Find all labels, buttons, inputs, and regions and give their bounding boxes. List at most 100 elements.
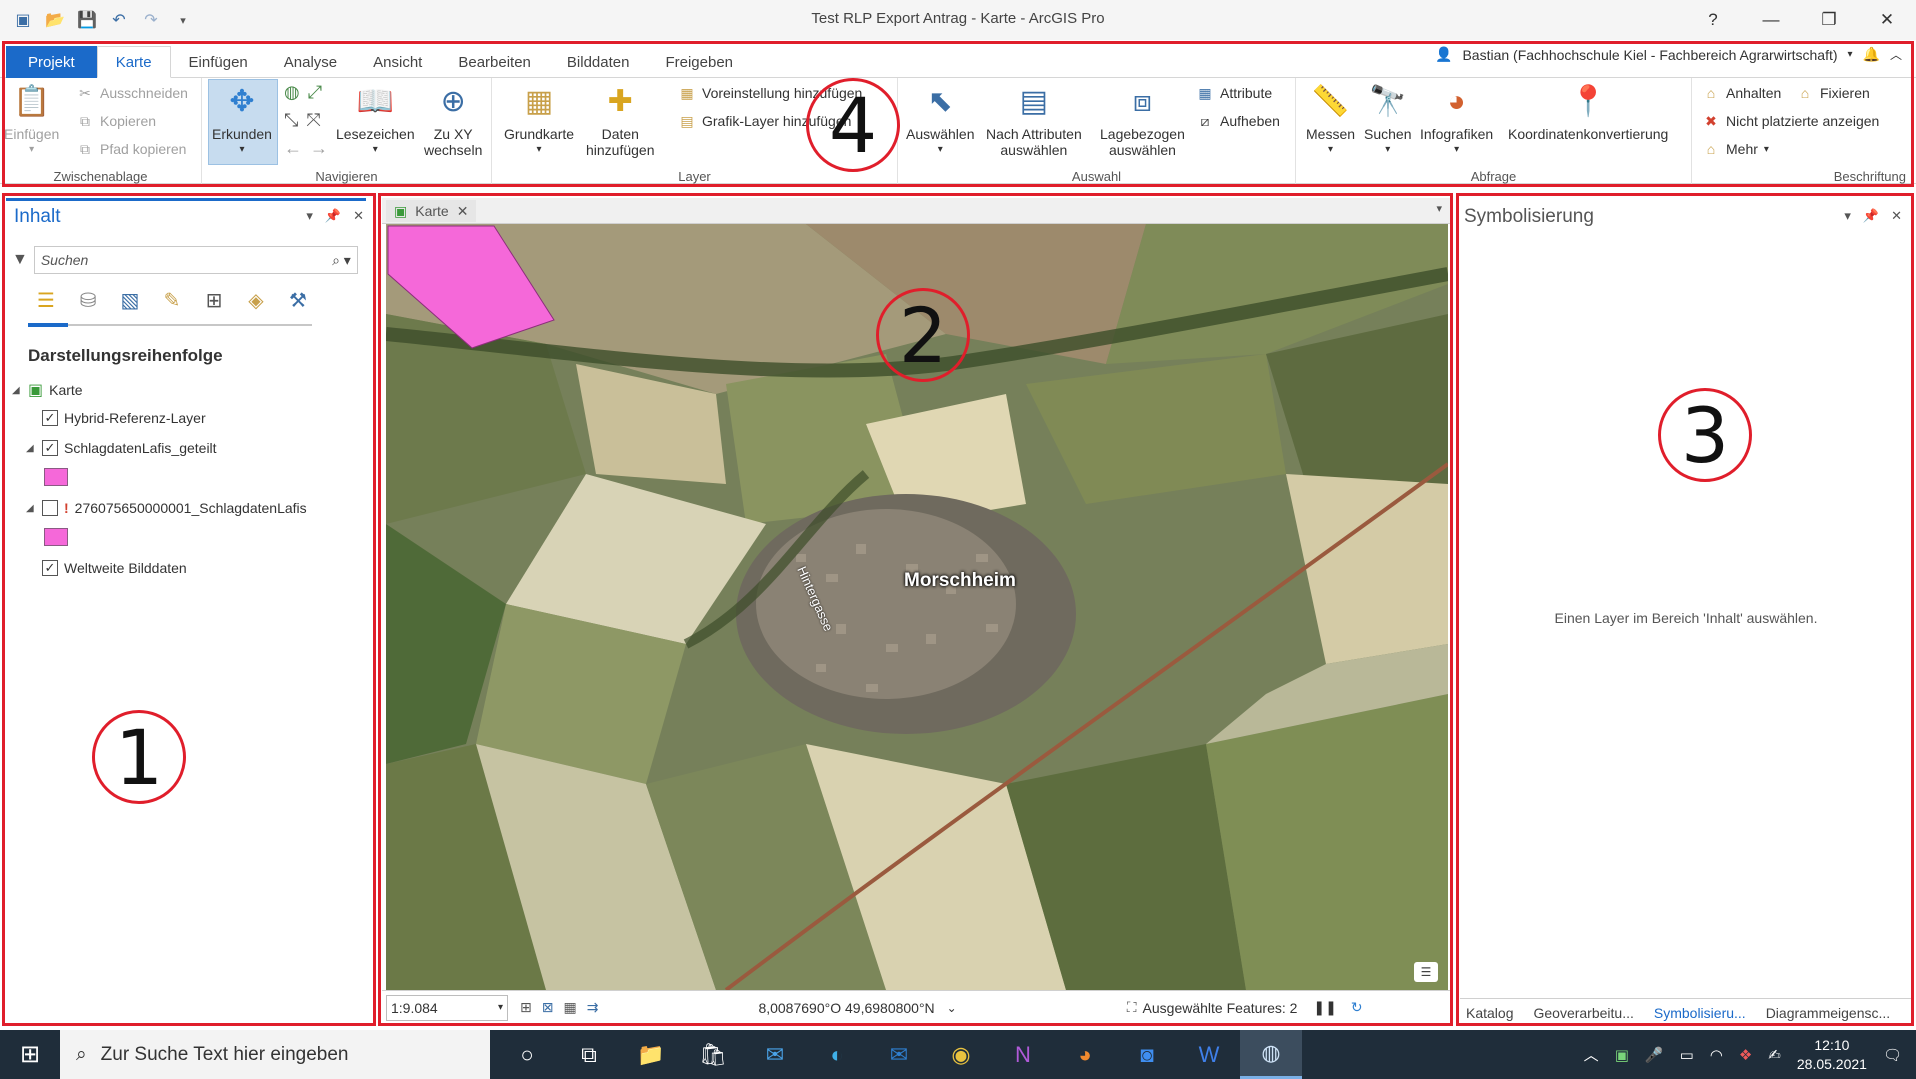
- tab-bilddaten[interactable]: Bilddaten: [549, 46, 648, 78]
- pane-menu-icon[interactable]: ▾: [1844, 208, 1851, 224]
- selected-features-count[interactable]: Ausgewählte Features: 2: [1143, 1000, 1298, 1016]
- pfad-kopieren-button[interactable]: ⧉ Pfad kopieren: [76, 140, 186, 158]
- tray-app-icon[interactable]: ▣: [1615, 1046, 1629, 1064]
- user-name[interactable]: Bastian (Fachhochschule Kiel - Fachberei…: [1462, 47, 1837, 63]
- cortana-icon[interactable]: ○: [496, 1030, 558, 1079]
- close-button[interactable]: ✕: [1858, 0, 1916, 40]
- microphone-icon[interactable]: 🎤: [1645, 1046, 1664, 1064]
- expand-icon[interactable]: ◢: [26, 503, 36, 514]
- tree-layer-row[interactable]: ✓ Hybrid-Referenz-Layer: [42, 410, 206, 426]
- attribute-button[interactable]: ▦ Attribute: [1196, 84, 1272, 102]
- messen-button[interactable]: 📏 Messen ▾: [1306, 82, 1355, 158]
- data-source-icon[interactable]: ⛁: [74, 286, 102, 314]
- tab-bearbeiten[interactable]: Bearbeiten: [440, 46, 549, 78]
- fixed-zoom-icon[interactable]: ⤢: [308, 82, 322, 103]
- tab-symbolisierung[interactable]: Symbolisieru...: [1647, 999, 1752, 1026]
- minimize-button[interactable]: —: [1742, 0, 1800, 40]
- lagebezogen-button[interactable]: ⧈ Lagebezogen auswählen: [1100, 82, 1185, 159]
- battery-icon[interactable]: ▭: [1680, 1046, 1694, 1064]
- close-map-tab-icon[interactable]: ✕: [457, 203, 469, 220]
- layer-checkbox[interactable]: ✓: [42, 440, 58, 456]
- map-notes-icon[interactable]: ☰: [1414, 962, 1438, 982]
- taskbar-search-input[interactable]: ⌕ Zur Suche Text hier eingeben: [60, 1030, 490, 1079]
- store-icon[interactable]: 🛍: [682, 1030, 744, 1079]
- map-tab-menu-icon[interactable]: ▾: [1436, 202, 1442, 215]
- auswaehlen-button[interactable]: ⬉ Auswählen ▾: [906, 82, 975, 158]
- zoom-icon[interactable]: ◙: [1116, 1030, 1178, 1079]
- notifications-icon[interactable]: 🗨: [1883, 1046, 1902, 1064]
- expand-icon[interactable]: ◢: [26, 443, 36, 454]
- grid-icon[interactable]: ▦: [563, 999, 576, 1016]
- snapping-icon[interactable]: ⊞: [200, 286, 228, 314]
- layer-symbol-swatch[interactable]: [44, 528, 68, 546]
- dropbox-icon[interactable]: ❖: [1739, 1046, 1752, 1064]
- tab-projekt[interactable]: Projekt: [6, 46, 97, 78]
- search-icon[interactable]: ⌕ ▾: [332, 252, 351, 269]
- undo-icon[interactable]: ↶: [108, 9, 130, 31]
- collapse-ribbon-icon[interactable]: ︿: [1890, 46, 1902, 63]
- windows-start-icon[interactable]: ⊞: [0, 1030, 60, 1079]
- snapping-toggle-icon[interactable]: ⊠: [542, 999, 554, 1016]
- tab-karte[interactable]: Karte: [96, 46, 171, 78]
- tab-diagrammeigenschaften[interactable]: Diagrammeigensc...: [1760, 999, 1897, 1026]
- daten-hinzufuegen-button[interactable]: ✚ Daten hinzufügen: [586, 82, 655, 159]
- zoom-out-icon[interactable]: ⤧: [306, 110, 320, 131]
- tree-layer-row[interactable]: ◢ ✓ SchlagdatenLafis_geteilt: [26, 440, 217, 456]
- help-button[interactable]: ?: [1684, 0, 1742, 40]
- layer-checkbox[interactable]: ✓: [42, 560, 58, 576]
- pen-icon[interactable]: ✍: [1768, 1046, 1781, 1064]
- tab-analyse[interactable]: Analyse: [266, 46, 355, 78]
- scale-dropdown-icon[interactable]: ▾: [498, 1002, 503, 1013]
- mehr-button[interactable]: ⌂ Mehr ▾: [1702, 140, 1769, 158]
- firefox-icon[interactable]: ◕: [1054, 1030, 1116, 1079]
- editing-icon[interactable]: ✎: [158, 286, 186, 314]
- zoom-in-icon[interactable]: ⤡: [284, 110, 298, 131]
- tab-freigeben[interactable]: Freigeben: [647, 46, 751, 78]
- fixieren-button[interactable]: ⌂ Fixieren: [1796, 84, 1870, 102]
- coordinate-format-icon[interactable]: ⌄: [947, 1001, 957, 1015]
- drawing-order-icon[interactable]: ☰: [32, 286, 60, 314]
- tab-geoverarbeitung[interactable]: Geoverarbeitu...: [1527, 999, 1639, 1026]
- suchen-button[interactable]: 🔭 Suchen ▾: [1364, 82, 1411, 158]
- full-extent-icon[interactable]: ◍: [284, 82, 300, 103]
- next-extent-icon[interactable]: →: [310, 138, 328, 159]
- edge-icon[interactable]: ◐: [806, 1030, 868, 1079]
- tab-katalog[interactable]: Katalog: [1460, 999, 1519, 1026]
- layer-symbol-swatch[interactable]: [44, 468, 68, 486]
- restore-button[interactable]: ❐: [1800, 0, 1858, 40]
- customize-toolbar-icon[interactable]: ▾: [172, 9, 194, 31]
- lesezeichen-button[interactable]: 📖 Lesezeichen ▾: [336, 82, 415, 158]
- ausschneiden-button[interactable]: ✂ Ausschneiden: [76, 84, 188, 102]
- selection-icon[interactable]: ▧: [116, 286, 144, 314]
- infografiken-button[interactable]: ◕ Infografiken ▾: [1420, 82, 1493, 158]
- perspective-icon[interactable]: ⚒: [284, 286, 312, 314]
- previous-extent-icon[interactable]: ←: [284, 138, 302, 159]
- close-pane-icon[interactable]: ✕: [1891, 208, 1902, 224]
- tree-layer-row[interactable]: ✓ Weltweite Bilddaten: [42, 560, 187, 576]
- tray-overflow-icon[interactable]: ︿: [1584, 1044, 1599, 1065]
- file-explorer-icon[interactable]: 📁: [620, 1030, 682, 1079]
- chrome-icon[interactable]: ◉: [930, 1030, 992, 1079]
- open-project-icon[interactable]: 📂: [44, 9, 66, 31]
- kopieren-button[interactable]: ⧉ Kopieren: [76, 112, 156, 130]
- new-project-icon[interactable]: ▣: [12, 9, 34, 31]
- expand-icon[interactable]: ◢: [12, 385, 22, 396]
- contents-search-input[interactable]: Suchen ⌕ ▾: [33, 246, 358, 274]
- einfuegen-button[interactable]: 📋 Einfügen ▾: [4, 82, 59, 158]
- clock[interactable]: 12:10 28.05.2021: [1797, 1036, 1867, 1074]
- mail-icon[interactable]: ✉: [744, 1030, 806, 1079]
- koordinatenkonvertierung-button[interactable]: 📍 Koordinatenkonvertierung: [1508, 82, 1668, 143]
- pin-icon[interactable]: 📌: [325, 208, 341, 224]
- tree-map-row[interactable]: ◢ ▣ Karte: [12, 380, 83, 400]
- scale-selector[interactable]: 1:9.084 ▾: [386, 994, 508, 1021]
- aufheben-button[interactable]: ⧄ Aufheben: [1196, 112, 1280, 130]
- zu-xy-button[interactable]: ⊕ Zu XY wechseln: [424, 82, 482, 159]
- close-pane-icon[interactable]: ✕: [353, 208, 364, 224]
- onenote-icon[interactable]: N: [992, 1030, 1054, 1079]
- layer-checkbox[interactable]: ✓: [42, 410, 58, 426]
- grid-tool-icon[interactable]: ⊞: [520, 999, 532, 1016]
- word-icon[interactable]: W: [1178, 1030, 1240, 1079]
- filter-icon[interactable]: ▼: [12, 251, 28, 269]
- arcgis-pro-icon[interactable]: ◍: [1240, 1030, 1302, 1079]
- wifi-icon[interactable]: ◠: [1710, 1046, 1723, 1064]
